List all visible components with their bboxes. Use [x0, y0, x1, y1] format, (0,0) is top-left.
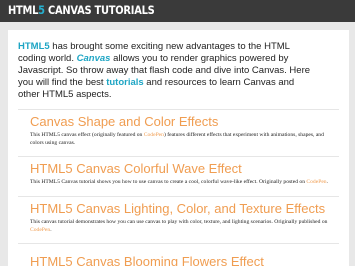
article-title-link[interactable]: HTML5 Canvas Blooming Flowers Effect — [30, 254, 335, 266]
tutorials-link[interactable]: tutorials — [106, 77, 143, 88]
article-desc-text: . — [50, 226, 52, 233]
article-desc-text: This HTML5 Canvas tutorial shows you how… — [30, 179, 307, 185]
divider — [18, 156, 339, 157]
article-description: This HTML5 Canvas tutorial shows you how… — [30, 179, 335, 187]
divider — [18, 196, 339, 197]
intro-paragraph: HTML5 has brought some exciting new adva… — [18, 41, 318, 101]
content-card: HTML5 has brought some exciting new adva… — [8, 30, 349, 266]
article-description: This canvas tutorial demonstrates how yo… — [30, 219, 335, 234]
intro-brand: HTML5 — [18, 41, 50, 52]
article-item: Canvas Shape and Color Effects This HTML… — [30, 114, 335, 147]
divider — [18, 109, 339, 110]
article-desc-text: . — [326, 179, 329, 185]
page: HTML5 CANVAS TUTORIALS HTML5 has brought… — [0, 0, 355, 266]
codepen-link[interactable]: CodePen — [306, 179, 326, 185]
codepen-link[interactable]: CodePen — [30, 227, 50, 233]
site-title-suffix: CANVAS TUTORIALS — [44, 3, 155, 17]
article-desc-text: This HTML5 canvas effect (originally fea… — [30, 132, 144, 138]
article-description: This HTML5 canvas effect (originally fea… — [30, 132, 335, 147]
site-header: HTML5 CANVAS TUTORIALS — [0, 0, 355, 22]
article-item: HTML5 Canvas Lighting, Color, and Textur… — [30, 201, 335, 234]
divider — [18, 243, 339, 244]
codepen-link[interactable]: CodePen — [144, 132, 164, 138]
article-item: HTML5 Canvas Blooming Flowers Effect — [30, 254, 335, 266]
article-title-link[interactable]: HTML5 Canvas Colorful Wave Effect — [30, 161, 335, 176]
article-title-link[interactable]: HTML5 Canvas Lighting, Color, and Textur… — [30, 201, 335, 216]
article-title-link[interactable]: Canvas Shape and Color Effects — [30, 114, 335, 129]
article-item: HTML5 Canvas Colorful Wave Effect This H… — [30, 161, 335, 187]
site-logo-title[interactable]: HTML5 CANVAS TUTORIALS — [8, 3, 155, 17]
site-title-prefix: HTML — [8, 3, 39, 17]
article-desc-text: This canvas tutorial demonstrates how yo… — [30, 219, 328, 225]
intro-canvas: Canvas — [76, 53, 111, 64]
